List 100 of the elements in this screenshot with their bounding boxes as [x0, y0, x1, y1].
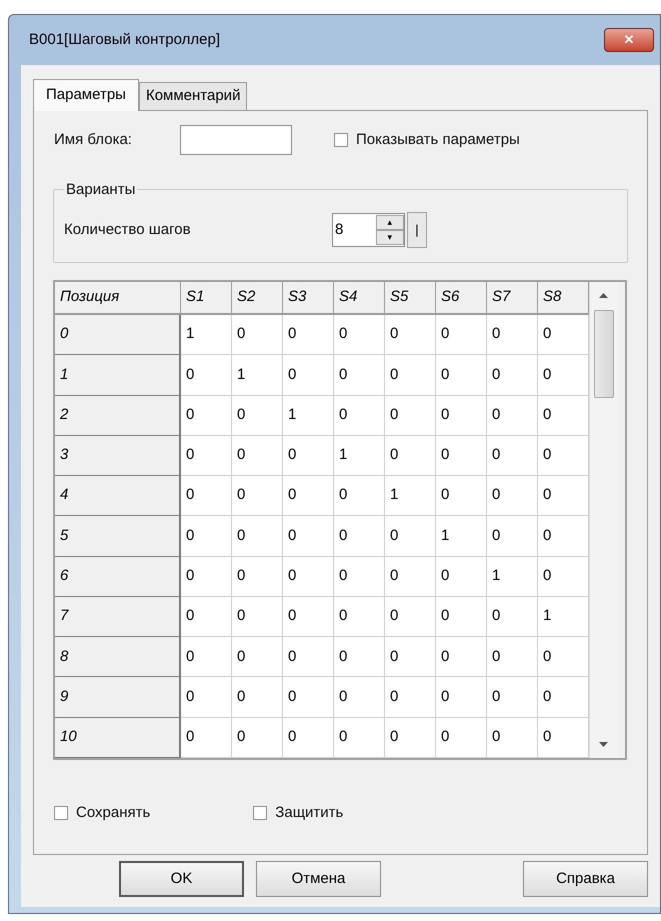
block-name-field[interactable]: [180, 125, 292, 155]
table-cell[interactable]: 0: [436, 476, 487, 516]
column-header[interactable]: S6: [436, 282, 487, 315]
steps-spinner[interactable]: 8 ▴ ▾: [332, 213, 405, 247]
table-cell[interactable]: 0: [283, 677, 334, 718]
table-cell[interactable]: 1: [436, 516, 487, 557]
table-cell[interactable]: 0: [334, 396, 385, 436]
checkbox[interactable]: [54, 806, 68, 820]
table-cell[interactable]: 0: [334, 677, 385, 718]
table-cell[interactable]: 0: [385, 637, 436, 678]
table-cell[interactable]: 0: [385, 396, 436, 436]
table-cell[interactable]: 1: [232, 355, 283, 396]
table-cell[interactable]: 0: [232, 596, 283, 638]
table-cell[interactable]: 0: [334, 516, 385, 557]
table-cell[interactable]: 0: [232, 516, 283, 557]
table-cell[interactable]: 1: [487, 556, 538, 597]
table-cell[interactable]: 0: [181, 556, 232, 597]
table-cell[interactable]: 0: [334, 476, 385, 516]
table-cell[interactable]: 1: [385, 476, 436, 516]
table-cell[interactable]: 0: [283, 476, 334, 516]
column-header[interactable]: S5: [385, 282, 436, 315]
table-cell[interactable]: 0: [181, 476, 232, 516]
column-header[interactable]: S3: [283, 282, 334, 315]
table-cell[interactable]: 0: [487, 314, 538, 356]
table-cell[interactable]: 0: [283, 436, 334, 476]
row-header[interactable]: 8: [55, 637, 181, 678]
table-cell[interactable]: 0: [232, 637, 283, 678]
table-cell[interactable]: 0: [487, 516, 538, 557]
table-cell[interactable]: 0: [232, 436, 283, 476]
table-cell[interactable]: 0: [283, 355, 334, 396]
table-cell[interactable]: 0: [232, 718, 283, 758]
table-cell[interactable]: 0: [385, 314, 436, 356]
table-cell[interactable]: 0: [436, 314, 487, 356]
row-header[interactable]: 3: [55, 436, 181, 476]
table-cell[interactable]: 0: [487, 396, 538, 436]
table-cell[interactable]: 0: [487, 637, 538, 678]
table-cell[interactable]: 0: [232, 314, 283, 356]
table-cell[interactable]: 0: [538, 436, 589, 476]
table-cell[interactable]: 0: [385, 677, 436, 718]
table-cell[interactable]: 0: [283, 596, 334, 638]
table-cell[interactable]: 0: [436, 436, 487, 476]
table-cell[interactable]: 0: [283, 314, 334, 356]
table-cell[interactable]: 0: [232, 677, 283, 718]
table-cell[interactable]: 0: [538, 718, 589, 758]
table-cell[interactable]: 0: [232, 556, 283, 597]
table-cell[interactable]: 0: [181, 637, 232, 678]
table-cell[interactable]: 0: [487, 718, 538, 758]
table-cell[interactable]: 0: [181, 436, 232, 476]
table-cell[interactable]: 0: [283, 516, 334, 557]
checkbox[interactable]: [253, 806, 268, 820]
row-header[interactable]: 5: [55, 516, 181, 557]
table-cell[interactable]: 0: [436, 596, 487, 638]
table-cell[interactable]: 0: [181, 396, 232, 436]
table-cell[interactable]: 0: [334, 556, 385, 597]
spin-up-button[interactable]: ▴: [376, 215, 404, 230]
scrollbar[interactable]: [589, 282, 617, 758]
table-cell[interactable]: 1: [538, 596, 589, 638]
column-header[interactable]: S2: [232, 282, 283, 315]
table-cell[interactable]: 0: [181, 718, 232, 758]
scroll-down-icon[interactable]: [599, 742, 608, 748]
extra-button[interactable]: |: [407, 212, 427, 248]
table-cell[interactable]: 0: [487, 677, 538, 718]
column-header[interactable]: S7: [487, 282, 538, 315]
table-cell[interactable]: 0: [334, 637, 385, 678]
table-cell[interactable]: 0: [385, 718, 436, 758]
table-cell[interactable]: 0: [334, 596, 385, 638]
spin-down-button[interactable]: ▾: [376, 230, 404, 245]
table-cell[interactable]: 1: [334, 436, 385, 476]
table-cell[interactable]: 0: [436, 637, 487, 678]
table-cell[interactable]: 0: [538, 355, 589, 396]
table-cell[interactable]: 0: [232, 396, 283, 436]
table-cell[interactable]: 0: [538, 677, 589, 718]
table-cell[interactable]: 0: [436, 355, 487, 396]
column-header[interactable]: S1: [181, 282, 232, 315]
row-header[interactable]: 9: [55, 677, 181, 718]
table-cell[interactable]: 0: [181, 677, 232, 718]
table-cell[interactable]: 0: [181, 355, 232, 396]
table-cell[interactable]: 0: [181, 596, 232, 638]
row-header[interactable]: 2: [55, 396, 181, 436]
table-cell[interactable]: 0: [232, 476, 283, 516]
row-header[interactable]: 4: [55, 476, 181, 516]
dialog-button[interactable]: OK: [119, 861, 244, 897]
table-cell[interactable]: 0: [334, 355, 385, 396]
table-cell[interactable]: 0: [487, 596, 538, 638]
table-cell[interactable]: 0: [538, 637, 589, 678]
table-cell[interactable]: 0: [385, 596, 436, 638]
dialog-button[interactable]: Отмена: [256, 861, 381, 897]
row-header[interactable]: 1: [55, 355, 181, 396]
table-cell[interactable]: 0: [385, 556, 436, 597]
table-cell[interactable]: 0: [283, 556, 334, 597]
row-header[interactable]: 0: [55, 314, 181, 356]
table-cell[interactable]: 0: [436, 396, 487, 436]
table-cell[interactable]: 0: [436, 677, 487, 718]
scroll-up-icon[interactable]: [599, 292, 608, 298]
row-header[interactable]: 10: [55, 718, 181, 758]
scroll-thumb[interactable]: [594, 310, 614, 398]
tab[interactable]: Комментарий: [138, 82, 248, 110]
dialog-button[interactable]: Справка: [523, 861, 648, 897]
table-cell[interactable]: 0: [538, 476, 589, 516]
column-header[interactable]: Позиция: [55, 282, 181, 315]
